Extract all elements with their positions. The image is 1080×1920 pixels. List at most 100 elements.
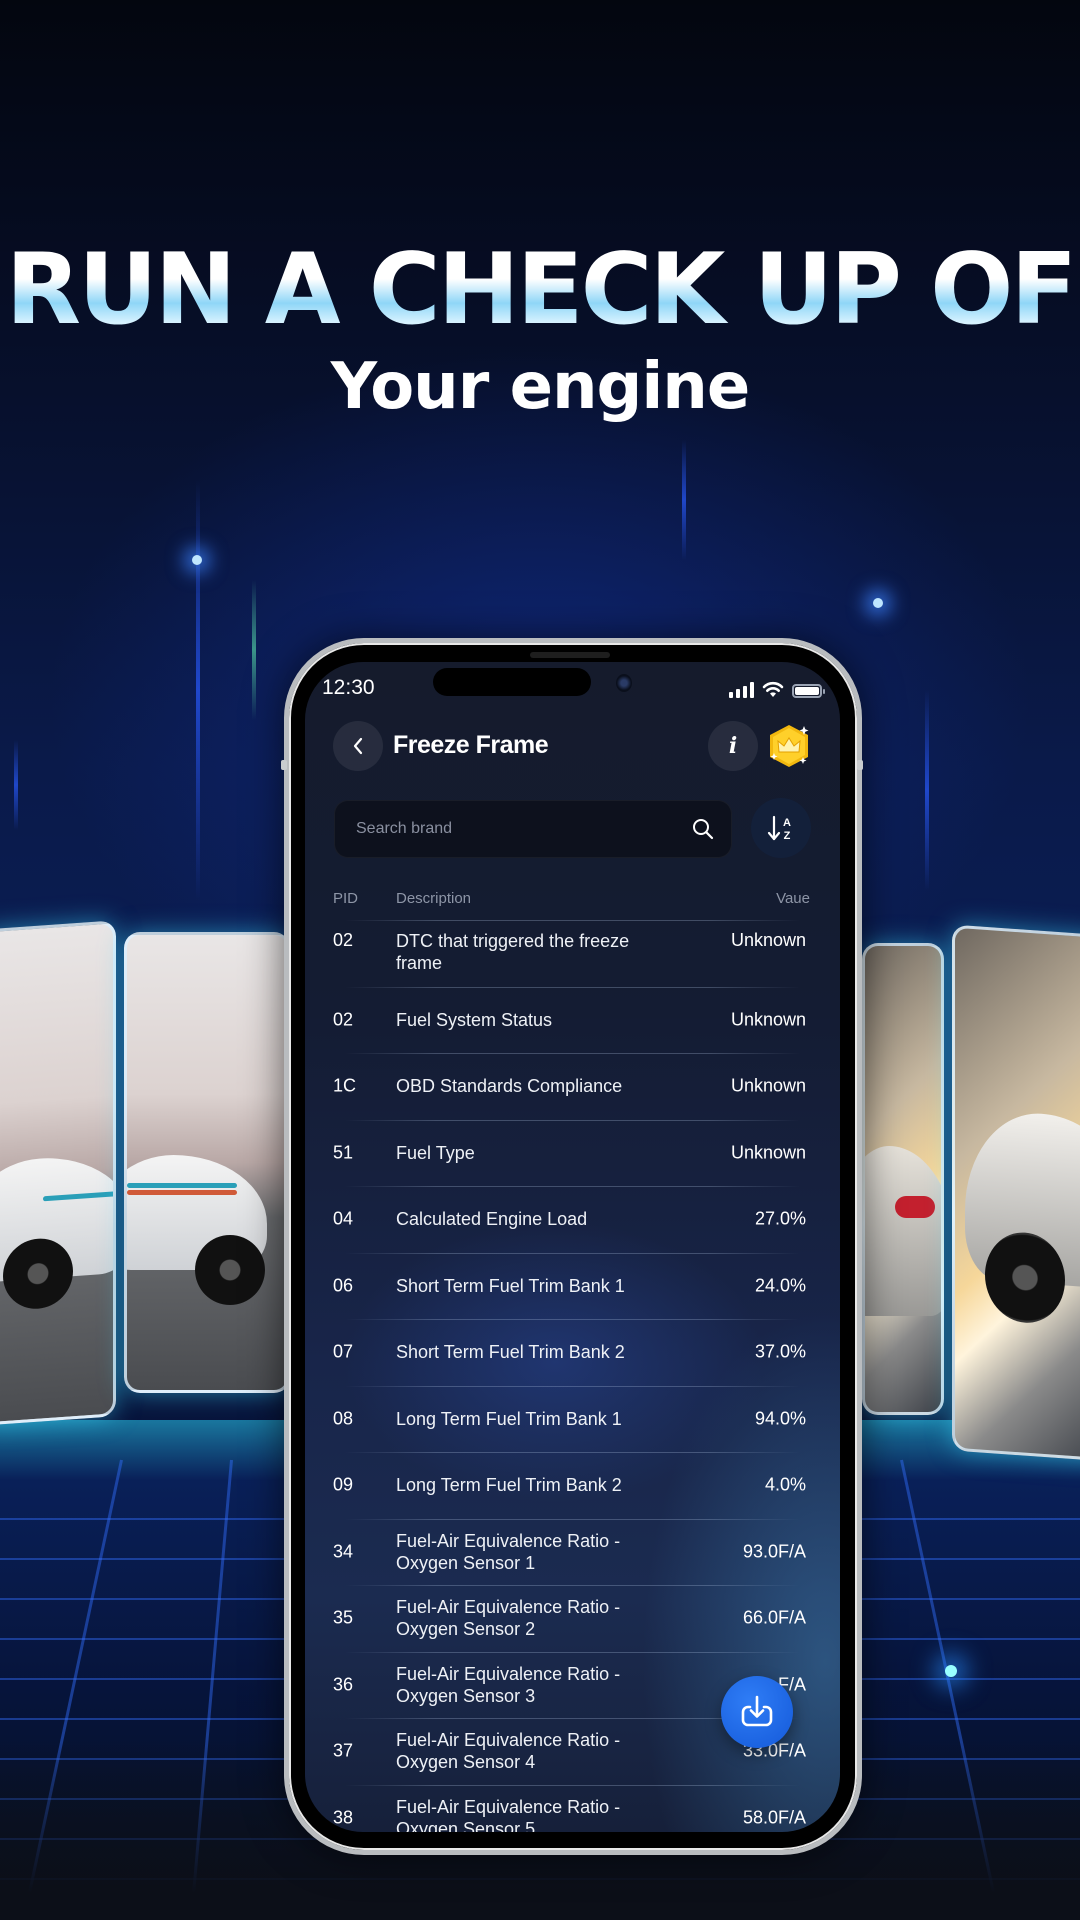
pid-cell: 08: [333, 1408, 354, 1429]
svg-text:Z: Z: [784, 830, 791, 842]
value-cell: 93.0F/A: [742, 1541, 806, 1562]
back-button[interactable]: [333, 721, 383, 771]
download-icon: [741, 1695, 773, 1727]
table-row[interactable]: 09 Long Term Fuel Trim Bank 2 4.0%: [305, 1452, 840, 1519]
description-cell: DTC that triggered the freeze frame: [396, 931, 630, 973]
light-streak: [682, 440, 686, 560]
value-cell: 58.0F/A: [742, 1807, 806, 1828]
value-cell: Unknown: [730, 1142, 806, 1163]
description-cell: Fuel Type: [396, 1142, 475, 1163]
car-image-panel: [862, 943, 944, 1415]
car-stripe: [127, 1190, 237, 1195]
value-cell: 94.0%: [754, 1408, 806, 1429]
description-cell: Fuel System Status: [396, 1009, 553, 1030]
search-box: [334, 800, 732, 858]
description-cell: Long Term Fuel Trim Bank 2: [396, 1475, 622, 1496]
table-row[interactable]: 1C OBD Standards Compliance Unknown: [305, 1053, 840, 1120]
table-row[interactable]: 07 Short Term Fuel Trim Bank 2 37.0%: [305, 1319, 840, 1386]
dynamic-island: [433, 668, 591, 696]
description-cell: Fuel-Air Equivalence Ratio - Oxygen Sens…: [396, 1530, 621, 1573]
value-cell: 37.0%: [754, 1341, 806, 1362]
info-button[interactable]: i: [708, 721, 758, 771]
light-streak: [252, 580, 256, 720]
search-icon[interactable]: [691, 817, 715, 841]
pid-cell: 1C: [333, 1075, 357, 1096]
table-row[interactable]: 02 DTC that triggered the freeze frame Unk…: [305, 920, 840, 987]
column-header-pid: PID: [333, 890, 359, 907]
battery-icon: [792, 684, 825, 698]
pid-cell: 34: [333, 1541, 354, 1562]
app-screen: 12:30 Freeze Frame i Search brand A Z PI…: [305, 662, 840, 1832]
value-cell: Unknown: [730, 1075, 806, 1096]
column-header-description: Description: [396, 890, 472, 907]
sort-a-z-icon: A Z: [767, 815, 791, 842]
value-cell: Unknown: [730, 930, 806, 950]
description-cell: Long Term Fuel Trim Bank 1: [396, 1408, 622, 1429]
phone-side-button: [857, 760, 863, 770]
value-cell: 27.0%: [754, 1208, 806, 1229]
car-wheel: [195, 1235, 265, 1305]
status-icons: [729, 681, 825, 698]
table-row[interactable]: 04 Calculated Engine Load 27.0%: [305, 1186, 840, 1253]
svg-text:A: A: [783, 817, 791, 829]
cellular-signal-icon: [729, 682, 754, 698]
wifi-icon: [762, 681, 784, 697]
description-cell: Fuel-Air Equivalence Ratio - Oxygen Sens…: [396, 1597, 621, 1640]
front-camera: [616, 674, 632, 692]
promo-headline: RUN A CHECK UP OF: [0, 235, 1080, 345]
table-row[interactable]: 08 Long Term Fuel Trim Bank 1 94.0%: [305, 1385, 840, 1453]
glow-light: [192, 555, 202, 565]
table-row[interactable]: 35 Fuel-Air Equivalence Ratio - Oxygen Se…: [305, 1585, 840, 1652]
search-input[interactable]: [354, 819, 691, 839]
pid-cell: 36: [333, 1674, 354, 1695]
pid-cell: 07: [333, 1341, 354, 1362]
light-streak: [925, 690, 929, 890]
sort-button[interactable]: A Z: [751, 798, 811, 858]
description-cell: Fuel-Air Equivalence Ratio - Oxygen Sens…: [396, 1663, 621, 1706]
pid-cell: 04: [333, 1208, 354, 1229]
light-streak: [14, 740, 18, 830]
download-button[interactable]: [721, 1676, 793, 1748]
description-cell: Fuel-Air Equivalence Ratio - Oxygen Sens…: [396, 1730, 621, 1773]
pid-cell: 35: [333, 1607, 354, 1628]
pid-cell: 06: [333, 1275, 354, 1296]
promo-subheadline: Your engine: [330, 350, 751, 424]
glow-light: [873, 598, 883, 608]
crown-badge-icon: [770, 725, 809, 767]
pid-cell: 02: [333, 1009, 354, 1030]
info-icon: i: [728, 733, 738, 759]
phone-side-button: [281, 760, 287, 770]
table-row[interactable]: 34 Fuel-Air Equivalence Ratio - Oxygen Se…: [305, 1518, 840, 1586]
car-illustration: [865, 1146, 941, 1316]
page-title: Freeze Frame: [393, 731, 549, 759]
premium-button[interactable]: [768, 723, 810, 769]
value-cell: 66.0F/A: [742, 1607, 806, 1628]
pid-cell: 02: [333, 930, 354, 950]
description-cell: Short Term Fuel Trim Bank 2: [396, 1342, 625, 1363]
pid-cell: 38: [333, 1807, 354, 1828]
value-cell: Unknown: [730, 1009, 806, 1030]
description-cell: Calculated Engine Load: [396, 1209, 588, 1230]
table-row[interactable]: 06 Short Term Fuel Trim Bank 1 24.0%: [305, 1252, 840, 1320]
value-cell: 24.0%: [754, 1275, 806, 1296]
light-streak: [196, 480, 200, 900]
status-time: 12:30: [322, 676, 375, 699]
table-header: PID Description Vaue: [333, 890, 810, 912]
description-cell: OBD Standards Compliance: [396, 1076, 623, 1097]
phone-earpiece: [530, 652, 610, 658]
pid-cell: 09: [333, 1474, 354, 1495]
value-cell: 4.0%: [764, 1474, 806, 1495]
car-image-panel: [124, 932, 290, 1393]
tail-light: [895, 1196, 935, 1218]
glow-light: [945, 1665, 957, 1677]
description-cell: Short Term Fuel Trim Bank 1: [396, 1275, 625, 1296]
pid-cell: 51: [333, 1142, 354, 1163]
car-stripe: [127, 1183, 237, 1188]
table-row[interactable]: 38 Fuel-Air Equivalence Ratio - Oxygen Se…: [305, 1784, 840, 1832]
description-cell: Fuel-Air Equivalence Ratio - Oxygen Sens…: [396, 1796, 621, 1832]
car-image-panel: [952, 924, 1080, 1462]
column-header-value: Vaue: [776, 890, 810, 907]
table-row[interactable]: 51 Fuel Type Unknown: [305, 1119, 840, 1187]
car-image-panel: [0, 920, 116, 1426]
table-row[interactable]: 02 Fuel System Status Unknown: [305, 986, 840, 1054]
